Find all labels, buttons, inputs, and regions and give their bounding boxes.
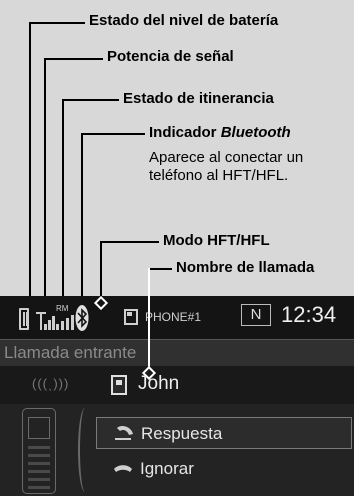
ringing-waves-icon: (((ͺ))) <box>32 376 70 391</box>
mode-callout-label: Modo HFT/HFL <box>163 232 270 249</box>
answer-option[interactable]: Respuesta <box>96 417 352 449</box>
battery-icon <box>19 308 29 330</box>
bluetooth-desc-line1: Aparece al conectar un <box>149 149 304 166</box>
ignore-option[interactable]: Ignorar <box>96 453 352 485</box>
answer-icon <box>113 424 135 444</box>
status-bar: RM PHONE#1 N 12:34 <box>0 296 354 340</box>
mode-leader-vertical <box>100 241 102 301</box>
mode-leader-horizontal <box>100 241 159 243</box>
bluetooth-callout-label: Indicador Bluetooth <box>149 124 291 141</box>
caller-callout-label: Nombre de llamada <box>176 259 315 276</box>
caller-phone-icon <box>111 375 127 395</box>
hft-mode-icon <box>124 309 138 325</box>
incoming-call-label: Llamada entrante <box>4 343 137 362</box>
battery-leader-vertical <box>29 22 31 298</box>
mode-indicator: N <box>241 304 271 326</box>
bluetooth-icon <box>75 304 89 332</box>
signal-leader-horizontal <box>44 58 103 60</box>
bluetooth-leader-vertical <box>81 133 83 296</box>
bluetooth-callout-prefix: Indicador <box>149 124 221 141</box>
bluetooth-leader-horizontal <box>81 133 145 135</box>
bluetooth-callout-word: Bluetooth <box>220 124 291 141</box>
incoming-call-caption: Llamada entrante <box>0 340 354 366</box>
battery-leader-horizontal <box>29 22 85 24</box>
signal-leader-vertical <box>44 58 46 296</box>
caller-name: John <box>138 373 180 394</box>
signal-callout-label: Potencia de señal <box>107 48 234 65</box>
roaming-callout-label: Estado de itinerancia <box>123 90 274 107</box>
handset-illustration <box>22 408 56 494</box>
bluetooth-callout-description: Aparece al conectar un teléfono al HFT/H… <box>149 149 303 185</box>
clock: 12:34 <box>281 302 337 327</box>
roaming-leader-vertical <box>62 99 64 296</box>
phone-name: PHONE#1 <box>145 310 202 324</box>
hangup-icon <box>112 459 134 479</box>
roaming-leader-horizontal <box>62 99 119 101</box>
caller-leader-vertical <box>148 268 150 372</box>
caller-leader-horizontal <box>148 268 172 270</box>
handset-bracket <box>78 408 92 492</box>
signal-strength-icon <box>36 306 56 330</box>
battery-callout-label: Estado del nivel de batería <box>89 12 279 29</box>
answer-label: Respuesta <box>141 424 223 443</box>
roaming-icon: RM <box>56 304 76 332</box>
ignore-label: Ignorar <box>140 459 194 478</box>
roaming-indicator-text: RM <box>56 304 69 313</box>
phone-display-screen: RM PHONE#1 N 12:34 Llamada entrante (((ͺ… <box>0 296 354 496</box>
caller-row: (((ͺ))) John <box>0 366 354 404</box>
bluetooth-desc-line2: teléfono al HFT/HFL. <box>149 167 289 184</box>
